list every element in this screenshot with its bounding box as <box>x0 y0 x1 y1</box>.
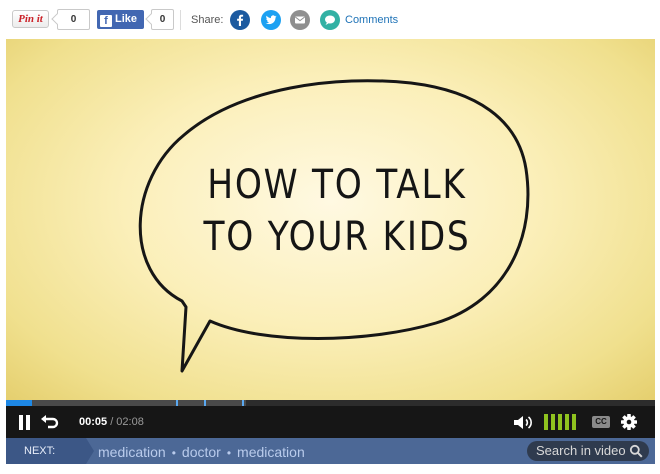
related-tags: medication • doctor • medication <box>98 444 305 460</box>
comments-link[interactable]: Comments <box>345 14 398 26</box>
tag-link[interactable]: medication <box>237 444 305 460</box>
share-bar: Pin it 0 f Like 0 Share: Comments <box>0 0 660 40</box>
current-time: 00:05 <box>79 416 108 428</box>
search-icon <box>629 444 643 458</box>
duration: / 02:08 <box>107 416 144 428</box>
facebook-share-icon[interactable] <box>230 10 250 30</box>
gear-icon[interactable] <box>620 413 638 431</box>
volume-bar <box>572 414 576 430</box>
control-bar: 00:05 / 02:08 CC <box>6 406 655 438</box>
volume-bar <box>565 414 569 430</box>
replay-icon[interactable] <box>40 413 60 431</box>
comments-icon[interactable] <box>320 10 340 30</box>
like-count: 0 <box>151 9 174 30</box>
share-label: Share: <box>191 14 224 26</box>
tag-separator: • <box>226 446 232 460</box>
pin-it-button[interactable]: Pin it <box>12 10 49 28</box>
tag-separator: • <box>171 446 176 460</box>
email-share-icon[interactable] <box>290 10 310 30</box>
facebook-logo-icon: f <box>100 15 112 27</box>
next-label: NEXT: <box>6 438 94 464</box>
volume-bar <box>551 414 555 430</box>
volume-bar <box>558 414 562 430</box>
tag-link[interactable]: medication <box>98 444 166 460</box>
volume-level[interactable] <box>544 414 582 430</box>
pause-button[interactable] <box>18 415 32 430</box>
video-player-screen[interactable]: HOW TO TALK TO YOUR KIDS <box>6 39 655 400</box>
pin-count: 0 <box>57 9 90 30</box>
twitter-share-icon[interactable] <box>261 10 281 30</box>
volume-bar <box>544 414 548 430</box>
search-in-video-label: Search in video <box>536 443 626 458</box>
share-divider <box>180 10 181 30</box>
video-title-line-2: TO YOUR KIDS <box>203 214 471 260</box>
video-title-line-1: HOW TO TALK <box>207 162 467 208</box>
time-display: 00:05 / 02:08 <box>79 416 144 428</box>
search-in-video-button[interactable]: Search in video <box>527 441 649 461</box>
facebook-like-label: Like <box>115 13 138 25</box>
tag-link[interactable]: doctor <box>182 444 221 460</box>
next-bar: NEXT: medication • doctor • medication Searc… <box>6 438 655 464</box>
volume-icon[interactable] <box>513 414 535 431</box>
facebook-like-button[interactable]: f Like <box>97 10 144 29</box>
closed-captions-button[interactable]: CC <box>592 416 610 428</box>
